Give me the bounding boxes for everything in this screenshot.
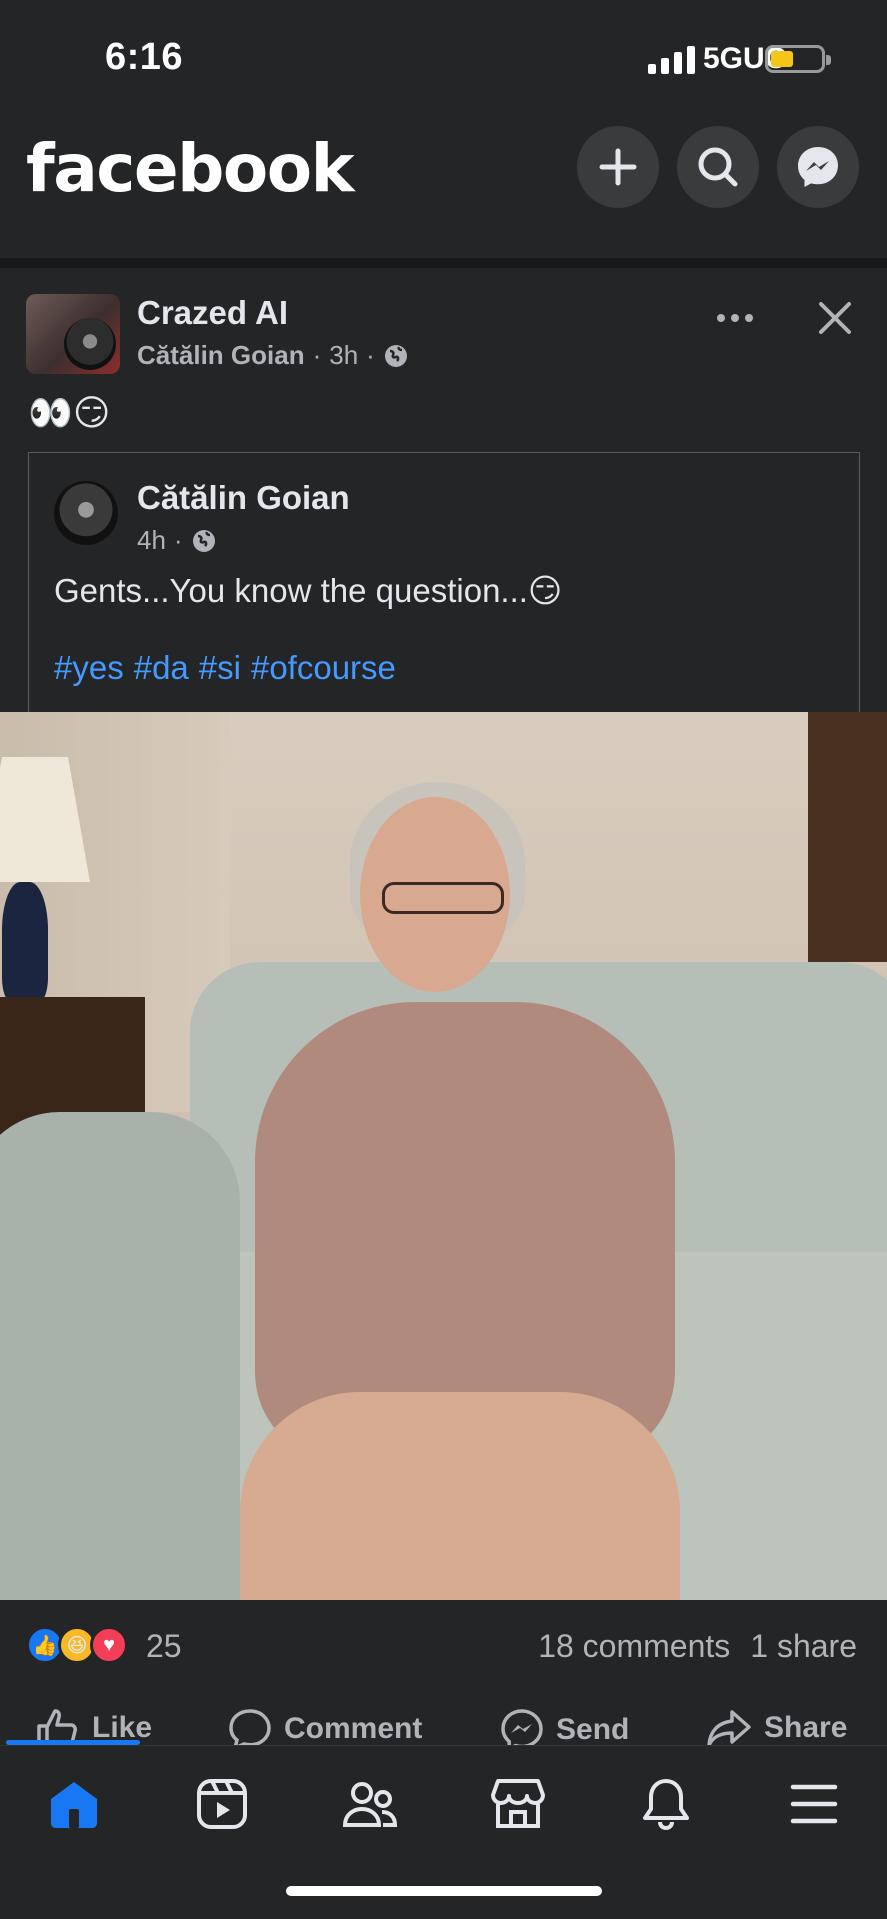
- nav-friends[interactable]: [340, 1774, 400, 1834]
- shared-post[interactable]: Cătălin Goian 4h · Gents...You know the …: [28, 452, 860, 712]
- globe-icon: [192, 529, 215, 552]
- close-icon[interactable]: [815, 298, 855, 338]
- search-button[interactable]: [677, 126, 759, 208]
- page-avatar[interactable]: [26, 294, 120, 374]
- post-header: Crazed AI Cătălin Goian · 3h ·: [0, 268, 887, 388]
- status-time: 6:16: [105, 36, 184, 78]
- hashtag-link[interactable]: #si: [199, 649, 241, 687]
- post-text: 👀😏: [28, 392, 111, 433]
- app-header: facebook: [0, 110, 887, 260]
- post-author[interactable]: Cătălin Goian: [137, 340, 305, 371]
- more-options-icon[interactable]: [717, 308, 767, 328]
- figure-legs: [240, 1392, 680, 1600]
- lamp-base: [2, 882, 48, 1002]
- search-icon: [698, 147, 738, 187]
- post-time[interactable]: 3h: [329, 340, 358, 371]
- reaction-count[interactable]: 25: [146, 1628, 182, 1665]
- globe-icon: [384, 344, 407, 367]
- shared-time[interactable]: 4h: [137, 525, 166, 556]
- home-icon: [51, 1782, 97, 1828]
- post-meta: Cătălin Goian · 3h ·: [137, 340, 409, 371]
- battery-icon: [765, 45, 831, 73]
- facebook-logo[interactable]: facebook: [26, 130, 354, 207]
- comment-button[interactable]: Comment: [228, 1708, 422, 1750]
- page-name[interactable]: Crazed AI: [137, 294, 288, 332]
- hashtag-link[interactable]: #da: [134, 649, 189, 687]
- hashtags: #yes #da #si #ofcourse: [54, 649, 396, 687]
- header-divider: [0, 258, 887, 268]
- shared-meta: 4h ·: [137, 525, 217, 556]
- meta-dot: ·: [312, 340, 322, 370]
- engagement-counts: 18 comments 1 share: [538, 1628, 857, 1665]
- messenger-button[interactable]: [777, 126, 859, 208]
- share-icon: [707, 1710, 751, 1747]
- cabinet: [808, 712, 887, 962]
- menu-icon: [790, 1784, 838, 1824]
- shared-author-avatar[interactable]: [54, 481, 118, 545]
- meta-dot: ·: [173, 525, 183, 555]
- comment-label: Comment: [284, 1712, 423, 1745]
- comment-icon: [229, 1709, 271, 1750]
- nav-notifications[interactable]: [636, 1774, 696, 1834]
- post-photo[interactable]: [0, 712, 887, 1600]
- nav-marketplace[interactable]: [488, 1774, 548, 1834]
- signal-icon: [648, 46, 695, 74]
- notifications-icon: [643, 1779, 689, 1831]
- shared-author-name[interactable]: Cătălin Goian: [137, 479, 350, 517]
- nav-menu[interactable]: [784, 1774, 844, 1834]
- messenger-icon: [798, 147, 838, 187]
- reactions-bar[interactable]: 👍 😆 ♥ 25 18 comments 1 share: [0, 1600, 887, 1690]
- nav-video[interactable]: [192, 1774, 252, 1834]
- plus-icon: [599, 148, 637, 186]
- love-reaction-icon: ♥: [90, 1626, 128, 1664]
- comments-count[interactable]: 18 comments: [538, 1628, 730, 1665]
- friends-icon: [342, 1782, 398, 1827]
- create-button[interactable]: [577, 126, 659, 208]
- status-bar: 6:16 5GUC: [0, 0, 887, 110]
- reaction-icons[interactable]: 👍 😆 ♥: [26, 1626, 128, 1664]
- sofa-arm: [0, 1112, 240, 1600]
- share-label: Share: [764, 1711, 848, 1744]
- send-label: Send: [556, 1713, 630, 1746]
- meta-dot: ·: [366, 340, 375, 370]
- nav-home[interactable]: [44, 1774, 104, 1834]
- home-indicator: [286, 1886, 602, 1896]
- shared-body-text: Gents...You know the question...😏: [54, 572, 563, 609]
- figure-glasses: [382, 882, 504, 914]
- hashtag-link[interactable]: #ofcourse: [251, 649, 396, 687]
- hashtag-link[interactable]: #yes: [54, 649, 124, 687]
- marketplace-icon: [491, 1779, 545, 1828]
- share-button[interactable]: Share: [706, 1708, 847, 1748]
- video-icon: [197, 1779, 247, 1829]
- shares-count[interactable]: 1 share: [750, 1628, 857, 1665]
